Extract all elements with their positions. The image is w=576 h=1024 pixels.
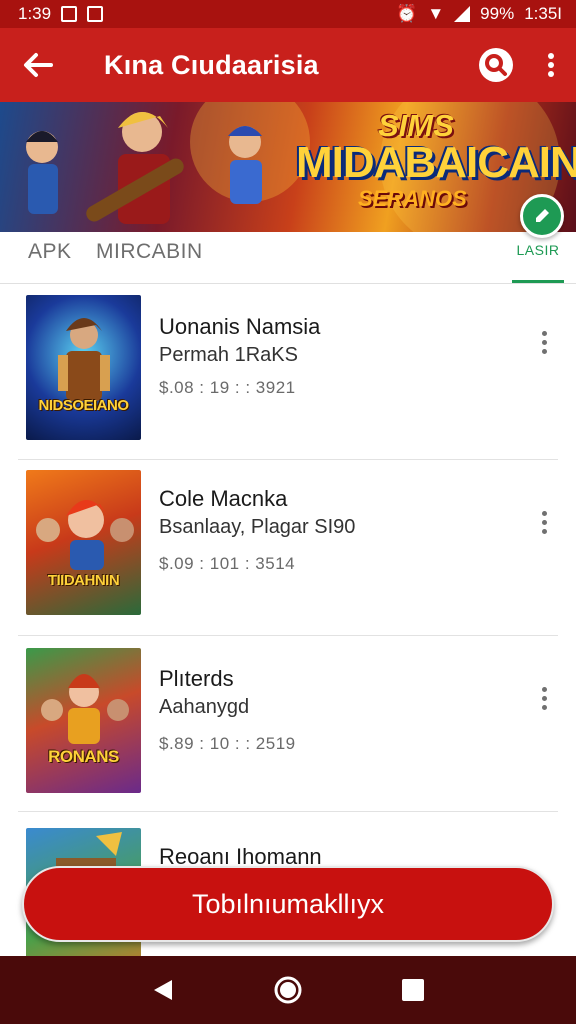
more-vert-icon [541,330,547,336]
nav-home-icon [274,976,302,1004]
more-vert-dot [541,348,547,354]
search-icon [479,48,513,82]
system-nav-bar [0,956,576,1024]
page-title: Kına Cıudaarisia [104,49,319,80]
notification-icon [61,6,78,22]
item-meta: $.09 : 101 : 3514 [159,554,296,573]
edit-icon [536,209,549,222]
search-button[interactable] [466,28,526,102]
nav-home-button[interactable] [268,970,308,1010]
back-button[interactable] [0,28,76,102]
game-thumbnail: TIIDAHNIN [26,470,141,615]
more-vert-dot [541,339,547,345]
battery-level: 99% [480,4,515,23]
item-more-button[interactable] [528,502,560,542]
nav-recents-button[interactable] [393,970,433,1010]
more-vert-dot [541,704,547,710]
item-meta: $.89 : 10 : : 2519 [159,734,296,753]
more-vert-dot [541,528,547,534]
wifi-icon: ▼ [427,4,445,23]
item-more-button[interactable] [528,322,560,362]
featured-banner[interactable]: SIMS MIDABAICAIN SERANOS [0,102,576,232]
game-thumbnail: NIDSOEIANO [26,295,141,440]
item-title: Plıterds [159,666,234,691]
more-vert-dot [541,695,547,701]
game-thumbnail: RONANS [26,648,141,793]
more-vert-icon [548,53,554,77]
thumbnail-title: RONANS [48,747,119,766]
item-subtitle: Bsanlaay, Plagar SI90 [159,516,356,538]
tab-latest[interactable]: LASIR [512,242,564,258]
thumbnail-title: TIIDAHNIN [47,572,120,589]
tab-library[interactable]: MIRCABIN [96,240,203,264]
item-more-button[interactable] [528,678,560,718]
signal-icon [454,6,471,22]
item-meta: $.08 : 19 : : 3921 [159,378,296,397]
thumbnail-art [58,318,110,401]
more-vert-dot [541,519,547,525]
list-item[interactable]: RONANS Plıterds Aahanygd $.89 : 10 : : 2… [18,636,558,812]
item-subtitle: Permah 1RaKS [159,344,298,366]
item-title: Cole Macnka [159,486,288,511]
item-title: Uonanis Namsia [159,314,321,339]
more-options-button[interactable] [526,28,576,102]
app-bar: Kına Cıudaarisia [0,28,576,102]
banner-headline-3: SERANOS [358,186,467,211]
tab-apk[interactable]: APK [28,240,72,264]
thumbnail-art [41,674,129,744]
more-vert-icon [541,686,547,692]
nav-back-button[interactable] [143,970,183,1010]
status-clock-right: 1:35I [524,4,562,23]
item-subtitle: Aahanygd [159,696,250,718]
tab-bar: APK MIRCABIN LASIR [0,232,576,284]
arrow-left-icon [24,53,53,77]
more-vert-icon [541,510,547,516]
photo-icon [87,6,104,22]
primary-action-button[interactable]: Tobılnıumakllıyx [22,866,554,942]
banner-headline-2: MIDABAICAIN [296,138,576,187]
nav-recents-icon [402,979,425,1001]
status-bar: 1:39 ⏰ ▼ 99% 1:35I [0,0,576,28]
alarm-icon: ⏰ [396,4,418,23]
thumbnail-art [36,500,134,570]
thumbnail-title: NIDSOEIANO [38,397,129,414]
status-time: 1:39 [18,4,52,23]
list-item[interactable]: NIDSOEIANO Uonanis Namsia Permah 1RaKS $… [18,284,558,460]
tab-indicator [512,280,564,283]
list-item[interactable]: TIIDAHNIN Cole Macnka Bsanlaay, Plagar S… [18,460,558,636]
nav-back-icon [153,980,172,1000]
